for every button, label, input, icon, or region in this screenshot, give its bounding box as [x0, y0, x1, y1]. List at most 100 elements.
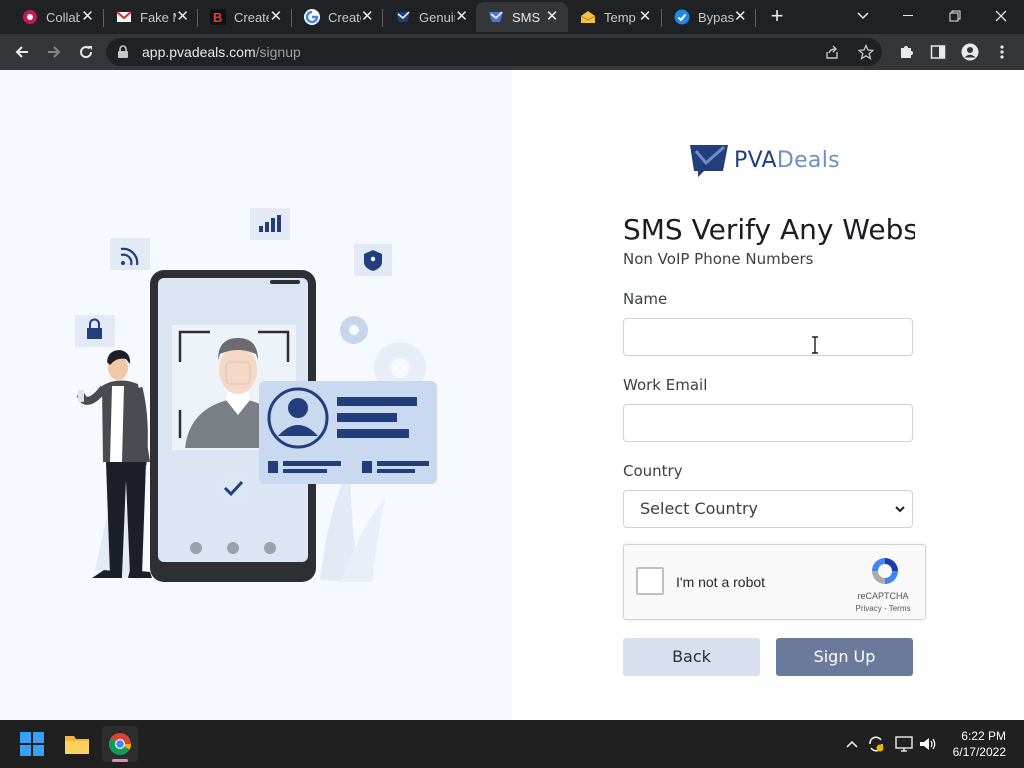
minimize-icon	[903, 15, 913, 16]
name-label: Name	[623, 290, 668, 308]
reload-button[interactable]	[72, 38, 100, 66]
tab-collab[interactable]: Collab ✕	[10, 2, 103, 32]
volume-button[interactable]	[918, 734, 938, 754]
profile-button[interactable]	[956, 38, 984, 66]
show-hidden-icons-button[interactable]	[842, 734, 862, 754]
start-button[interactable]	[14, 726, 50, 762]
tab-title: Create	[234, 9, 269, 25]
chevron-down-icon	[895, 506, 905, 513]
recaptcha-checkbox[interactable]	[636, 567, 664, 595]
tab-search-button[interactable]	[840, 0, 886, 32]
chevron-down-icon	[857, 12, 869, 20]
sync-status-button[interactable]	[866, 734, 886, 754]
close-tab-icon[interactable]: ✕	[80, 9, 95, 25]
name-input[interactable]	[623, 318, 913, 356]
tab-genuine[interactable]: Genuine ✕	[383, 2, 476, 32]
tab-title: Create	[328, 9, 361, 25]
svg-text:B: B	[213, 10, 222, 25]
tab-title: Genuine	[419, 9, 455, 25]
close-tab-icon[interactable]: ✕	[637, 9, 653, 25]
tab-title: Temp	[604, 9, 636, 25]
close-tab-icon[interactable]: ✕	[455, 9, 468, 25]
close-tab-icon[interactable]: ✕	[361, 9, 374, 25]
recaptcha-logo-icon	[872, 558, 898, 584]
menu-button[interactable]	[988, 38, 1016, 66]
url-host: app.pvadeals.com	[142, 44, 256, 60]
tab-bypass[interactable]: Bypass ✕	[662, 2, 755, 32]
page-subtitle: Non VoIP Phone Numbers	[623, 250, 814, 268]
tab-create-google[interactable]: Create ✕	[292, 2, 382, 32]
identity-verification-illustration	[75, 208, 437, 582]
recaptcha-terms-link[interactable]: Privacy - Terms	[853, 604, 913, 613]
work-email-label: Work Email	[623, 376, 708, 394]
network-button[interactable]	[894, 734, 914, 754]
minimize-button[interactable]	[886, 0, 932, 32]
kebab-menu-icon	[1000, 45, 1004, 59]
collab-icon	[22, 9, 38, 25]
recaptcha-brand: reCAPTCHA	[857, 591, 909, 601]
tab-create-b[interactable]: B Create ✕	[198, 2, 291, 32]
country-select[interactable]: Select Country	[623, 490, 913, 528]
extensions-button[interactable]	[892, 38, 920, 66]
brand-part-1: PVA	[734, 147, 777, 173]
restore-button[interactable]	[932, 0, 978, 32]
restore-icon	[949, 10, 961, 22]
url-text: app.pvadeals.com/signup	[142, 44, 301, 60]
close-window-button[interactable]	[978, 0, 1024, 32]
sign-up-button[interactable]: Sign Up	[776, 638, 913, 676]
bookmark-star-button[interactable]	[856, 42, 876, 62]
b-logo-icon: B	[210, 9, 226, 25]
gear-small-icon	[340, 316, 368, 344]
signup-panel: PVADeals SMS Verify Any Website Non VoIP…	[512, 70, 1024, 720]
envelope-open-icon	[580, 9, 596, 25]
tab-strip: Collab ✕ Fake Mail ✕ B Create ✕ Create ✕…	[0, 0, 1024, 34]
page-viewport: PVADeals SMS Verify Any Website Non VoIP…	[0, 70, 1024, 720]
back-nav-button[interactable]	[8, 38, 36, 66]
url-path: /signup	[255, 44, 301, 60]
man-holding-phone-graphic	[76, 350, 152, 578]
check-shield-icon	[674, 9, 690, 25]
pvadeals-logo[interactable]: PVADeals	[690, 142, 840, 178]
lock-icon	[118, 45, 128, 58]
new-tab-button[interactable]: +	[764, 4, 790, 30]
system-clock[interactable]: 6:22 PM 6/17/2022	[953, 728, 1006, 760]
side-panel-button[interactable]	[924, 38, 952, 66]
text-cursor-icon	[812, 336, 818, 354]
forward-nav-button[interactable]	[40, 38, 68, 66]
page-title: SMS Verify Any Website	[623, 213, 915, 246]
close-tab-icon[interactable]: ✕	[176, 9, 189, 25]
reload-icon	[80, 46, 93, 59]
tab-title: Fake Mail	[140, 9, 176, 25]
windows-start-icon	[20, 732, 44, 756]
padlock-icon	[75, 315, 115, 347]
speaker-icon	[920, 738, 936, 750]
share-button[interactable]	[822, 42, 842, 62]
work-email-input[interactable]	[623, 404, 913, 442]
file-explorer-button[interactable]	[59, 726, 95, 762]
country-label: Country	[623, 462, 683, 480]
file-explorer-icon	[65, 736, 89, 754]
puzzle-icon	[901, 46, 913, 58]
arrow-right-icon	[48, 46, 61, 58]
active-app-indicator	[112, 759, 128, 762]
wifi-signal-icon	[110, 238, 150, 270]
recaptcha-label: I'm not a robot	[676, 574, 766, 590]
tab-sms[interactable]: SMS ✕	[476, 2, 568, 32]
chrome-taskbar-button[interactable]	[102, 726, 138, 762]
close-tab-icon[interactable]: ✕	[734, 9, 747, 25]
chrome-icon	[109, 733, 131, 755]
tab-fake-mail[interactable]: Fake Mail ✕	[104, 2, 197, 32]
google-g-icon	[304, 9, 320, 25]
close-tab-icon[interactable]: ✕	[544, 9, 560, 25]
browser-toolbar: app.pvadeals.com/signup	[0, 34, 1024, 70]
mail-envelope-icon	[116, 9, 132, 25]
tab-temp[interactable]: Temp ✕	[568, 2, 661, 32]
close-tab-icon[interactable]: ✕	[269, 9, 283, 25]
side-panel-icon	[930, 45, 946, 59]
pvadeals-icon	[488, 9, 504, 25]
address-bar[interactable]: app.pvadeals.com/signup	[106, 38, 882, 66]
back-button[interactable]: Back	[623, 638, 760, 676]
close-icon	[995, 10, 1007, 22]
illustration-panel	[0, 70, 512, 720]
brand-part-2: Deals	[776, 147, 840, 173]
